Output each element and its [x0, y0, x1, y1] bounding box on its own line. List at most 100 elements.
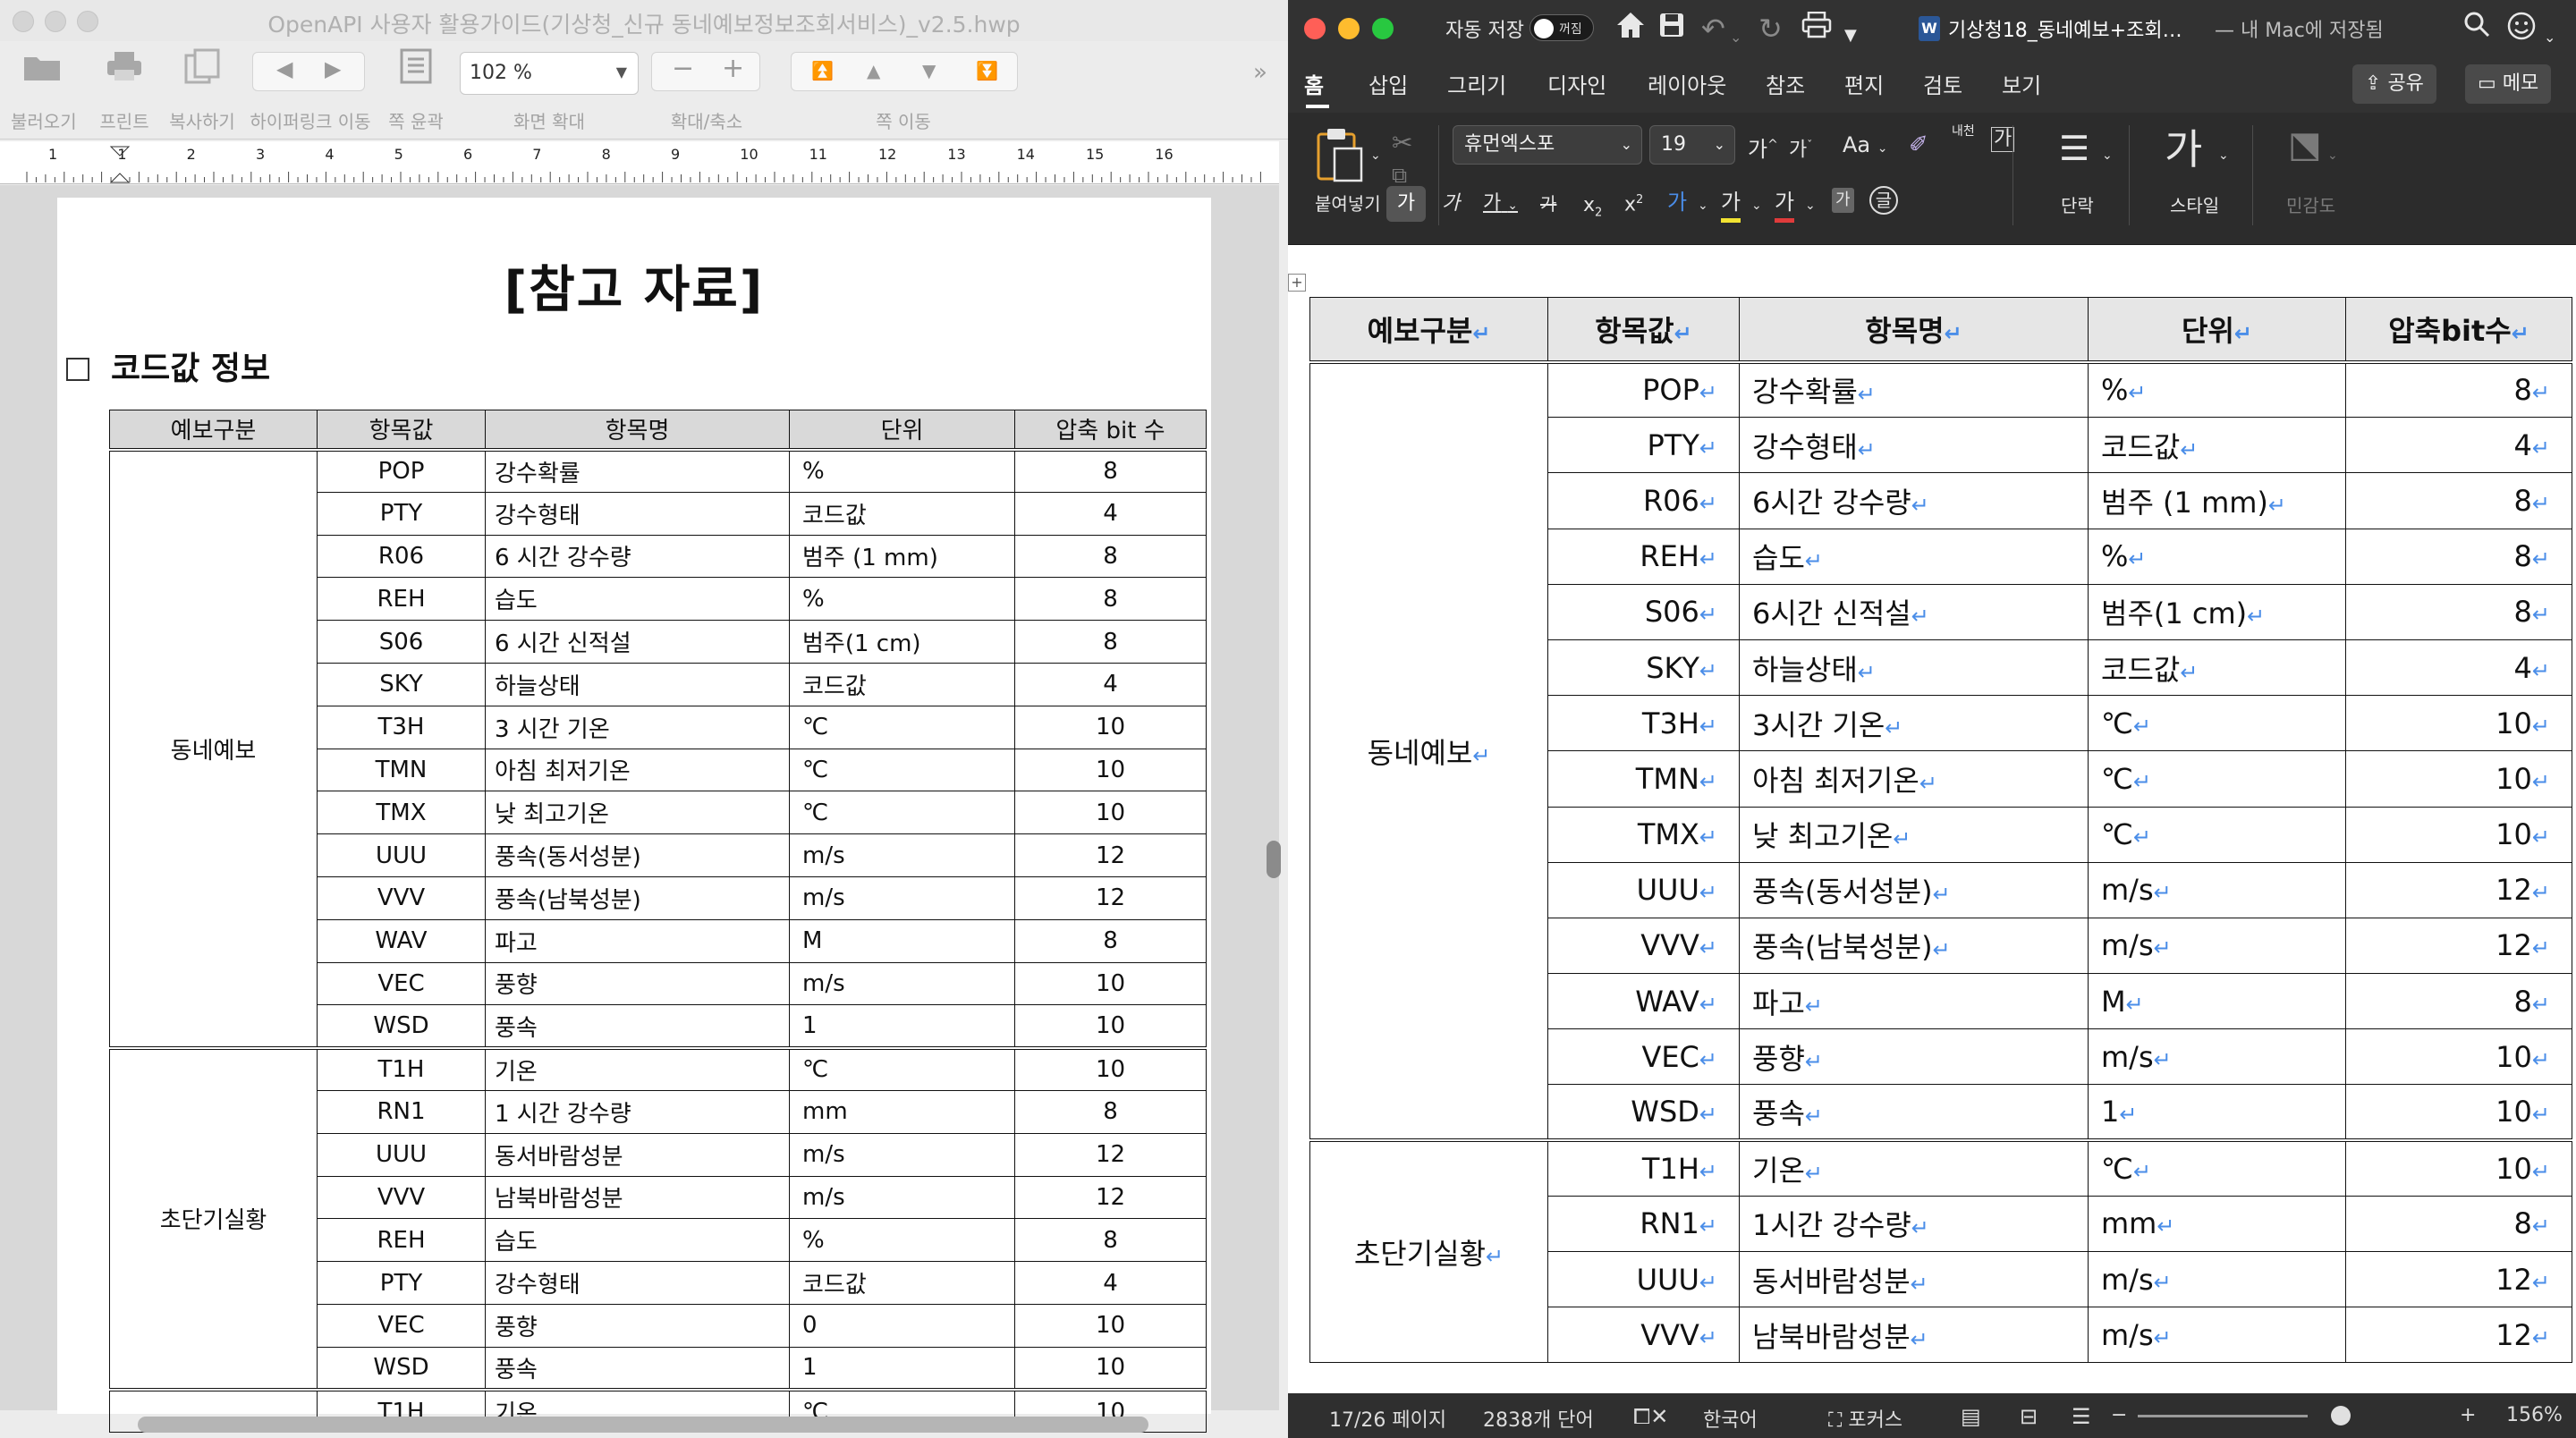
home-icon[interactable]	[1615, 11, 1646, 47]
autosave-toggle[interactable]: 꺼짐	[1530, 14, 1594, 41]
share-button[interactable]: ⇪ 공유	[2352, 64, 2436, 104]
first-page-icon[interactable]: ⏫	[811, 60, 834, 81]
table-cell: m/s	[789, 1132, 1015, 1177]
page-count[interactable]: 17/26 페이지	[1329, 1404, 1446, 1433]
table-cell: 8↵	[2345, 583, 2572, 640]
zoom-window-button[interactable]	[1372, 18, 1394, 39]
minimize-window-button[interactable]	[1338, 18, 1360, 39]
outline-view-icon[interactable]: ☰	[2072, 1404, 2091, 1429]
undo-icon[interactable]: ↶	[1701, 11, 1725, 47]
font-name-select[interactable]: 휴먼엑스포 ⌄	[1453, 125, 1642, 165]
tab-home[interactable]: 홈	[1304, 68, 1324, 99]
zoom-inout[interactable]: − +	[651, 52, 760, 91]
save-location[interactable]: — 내 Mac에 저장됨	[2215, 14, 2384, 43]
chevron-down-icon[interactable]: ⌄	[2544, 20, 2555, 55]
minus-icon[interactable]: −	[672, 53, 694, 84]
redo-icon[interactable]: ↻	[1758, 11, 1783, 47]
table-cell: 10	[1014, 961, 1207, 1006]
table-cell: 8	[1014, 1089, 1207, 1134]
char-shading-button[interactable]: 가	[1832, 188, 1854, 213]
zoom-in-button[interactable]: +	[2460, 1404, 2476, 1426]
copy-button[interactable]: 복사하기	[165, 48, 240, 133]
web-layout-view-icon[interactable]: ⊟	[2020, 1404, 2038, 1429]
chevron-down-icon[interactable]: ⌄	[2327, 140, 2338, 172]
subscript-button[interactable]: x2	[1583, 190, 1602, 229]
quick-access-more-icon[interactable]: ▼	[1844, 18, 1857, 54]
paragraph-icon[interactable]: ☰	[2059, 131, 2089, 165]
arrow-right-icon[interactable]: ▶	[325, 56, 341, 81]
change-case-button[interactable]: Aa ⌄	[1843, 129, 1888, 165]
underline-button[interactable]: 가 ⌄	[1483, 188, 1518, 222]
print-layout-view-icon[interactable]: ▤	[1961, 1404, 1981, 1429]
horizontal-ruler[interactable]: 1 1 2 3 4 5 6 7 8 9 10 11 12 13 14 15 16	[0, 141, 1279, 184]
paragraph-mark-icon: ↵	[2531, 880, 2550, 906]
arrow-left-icon[interactable]: ◀	[276, 56, 292, 81]
tab-review[interactable]: 검토	[1923, 68, 1962, 99]
proofing-icon[interactable]: ⧠✕	[1633, 1404, 1668, 1429]
grow-font-button[interactable]: 가^	[1748, 129, 1778, 165]
horizontal-scrollbar[interactable]	[138, 1417, 1148, 1433]
strikethrough-button[interactable]: 가	[1540, 188, 1556, 220]
chevron-down-icon[interactable]: ⌄	[1805, 190, 1816, 222]
save-icon[interactable]	[1658, 11, 1685, 47]
paste-button[interactable]	[1315, 127, 1365, 190]
hwp-document-area[interactable]: [참고 자료] 코드값 정보 예보구분 항목값 항목명 단위 압축 bit 수 동네예보…	[0, 185, 1279, 1434]
text-effects-button[interactable]: 가	[1667, 186, 1687, 218]
zoom-value: 102 %	[470, 62, 532, 84]
tab-view[interactable]: 보기	[2002, 68, 2041, 99]
word-count[interactable]: 2838개 단어	[1483, 1404, 1594, 1433]
plus-icon[interactable]: +	[722, 53, 744, 84]
zoom-select[interactable]: 102 % ▼	[460, 52, 639, 95]
chevron-down-icon[interactable]: ⌄	[1730, 20, 1741, 55]
word-document-area[interactable]: + 예보구분↵ 항목값↵ 항목명↵ 단위↵ 압축bit수↵ 동네예보↵ POP↵ 강수확률↵…	[1288, 245, 2576, 1393]
font-color-button[interactable]: 가	[1775, 186, 1795, 223]
toolbar-overflow-button[interactable]: »	[1247, 59, 1274, 86]
phonetic-guide-button[interactable]: 내천	[1952, 123, 1975, 140]
tab-mailings[interactable]: 편지	[1844, 68, 1884, 99]
prev-page-icon[interactable]: ▲	[867, 60, 880, 81]
cut-icon[interactable]: ✂	[1392, 127, 1412, 159]
tab-draw[interactable]: 그리기	[1447, 68, 1506, 99]
font-size-select[interactable]: 19 ⌄	[1649, 125, 1735, 165]
language-indicator[interactable]: 한국어	[1703, 1404, 1758, 1433]
tab-references[interactable]: 참조	[1766, 68, 1805, 99]
zoom-slider-track[interactable]	[2138, 1415, 2308, 1417]
enclose-char-button[interactable]: 글	[1869, 186, 1898, 215]
zoom-percentage[interactable]: 156%	[2506, 1404, 2563, 1426]
zoom-slider-thumb[interactable]	[2331, 1406, 2351, 1425]
zoom-out-button[interactable]: −	[2111, 1404, 2127, 1426]
last-page-icon[interactable]: ⏬	[976, 60, 998, 81]
chevron-down-icon[interactable]: ⌄	[1698, 190, 1708, 222]
char-border-button[interactable]: 가	[1991, 127, 2015, 152]
search-icon[interactable]	[2463, 11, 2490, 47]
shrink-font-button[interactable]: 가ˇ	[1789, 129, 1812, 166]
superscript-button[interactable]: x2	[1624, 184, 1643, 221]
tab-insert[interactable]: 삽입	[1368, 68, 1408, 99]
focus-button[interactable]: ⛶ 포커스	[1828, 1404, 1902, 1433]
print-icon[interactable]	[1801, 11, 1832, 47]
table-move-handle[interactable]: +	[1288, 274, 1306, 292]
chevron-down-icon[interactable]: ⌄	[1751, 190, 1762, 222]
outline-button[interactable]: 쪽 윤곽	[385, 48, 447, 133]
clear-format-button[interactable]: ✐	[1909, 129, 1928, 161]
hyperlink-nav[interactable]: ◀ ▶	[252, 52, 365, 91]
paste-options-chevron[interactable]: ⌄	[1370, 140, 1381, 172]
comments-button[interactable]: ▭ 메모	[2465, 64, 2552, 104]
tab-design[interactable]: 디자인	[1547, 68, 1606, 99]
smiley-icon[interactable]	[2506, 11, 2537, 49]
page-nav[interactable]: ⏫ ▲ ▼ ⏬	[791, 52, 1018, 91]
print-button[interactable]: 프린트	[93, 48, 156, 133]
bold-button[interactable]: 가	[1386, 186, 1426, 222]
paragraph-mark-icon: ↵	[2132, 713, 2152, 739]
close-window-button[interactable]	[1304, 18, 1326, 39]
open-button[interactable]: 불러오기	[11, 48, 77, 133]
sensitivity-icon[interactable]: ⬔	[2288, 127, 2322, 163]
vertical-scrollbar[interactable]	[1267, 841, 1281, 878]
italic-button[interactable]: 가	[1442, 188, 1460, 220]
chevron-down-icon[interactable]: ⌄	[2218, 140, 2229, 172]
styles-icon[interactable]: 가	[2165, 125, 2202, 173]
next-page-icon[interactable]: ▼	[922, 60, 936, 81]
tab-layout[interactable]: 레이아웃	[1648, 68, 1726, 99]
chevron-down-icon[interactable]: ⌄	[2102, 140, 2113, 172]
highlight-button[interactable]: 가	[1721, 186, 1741, 223]
